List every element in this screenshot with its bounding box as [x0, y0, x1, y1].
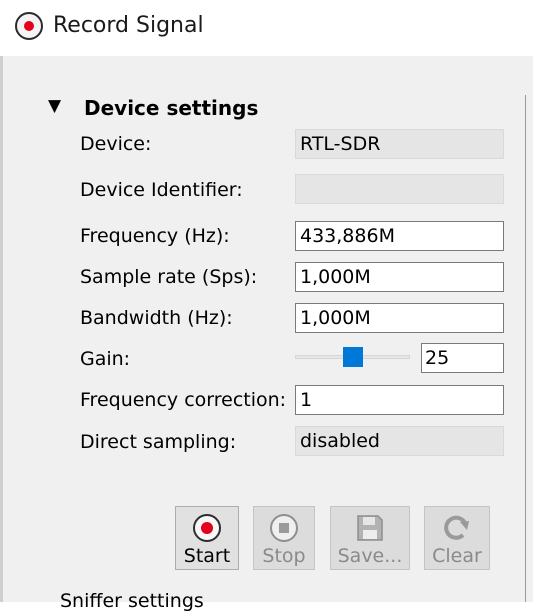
frequency-correction-spinbox[interactable]: 1 — [295, 385, 504, 415]
direct-sampling-combobox[interactable]: disabled — [295, 426, 504, 456]
sample-rate-input[interactable]: 1,000M — [295, 262, 504, 292]
section-title-device-settings[interactable]: Device settings — [84, 96, 258, 120]
gain-label: Gain: — [80, 348, 131, 370]
stop-button[interactable]: Stop — [253, 506, 315, 570]
record-icon — [192, 513, 222, 547]
right-panel-edge — [525, 95, 533, 602]
device-identifier-combobox[interactable] — [295, 174, 504, 204]
section-title-sniffer-settings[interactable]: Sniffer settings — [60, 590, 204, 612]
device-label: Device: — [80, 133, 152, 155]
gain-spinbox[interactable]: 25 — [421, 343, 504, 373]
clear-button[interactable]: Clear — [424, 506, 490, 570]
device-combobox[interactable]: RTL-SDR — [295, 129, 504, 159]
frequency-input[interactable]: 433,886M — [295, 221, 504, 251]
bandwidth-label: Bandwidth (Hz): — [80, 307, 233, 329]
direct-sampling-label: Direct sampling: — [80, 431, 237, 453]
save-icon — [355, 513, 385, 547]
frequency-label: Frequency (Hz): — [80, 225, 230, 247]
window-title: Record Signal — [53, 13, 204, 38]
device-identifier-label: Device Identifier: — [80, 179, 243, 201]
stop-icon — [269, 513, 299, 547]
clear-button-label: Clear — [432, 545, 482, 567]
sample-rate-label: Sample rate (Sps): — [80, 266, 258, 288]
save-button-label: Save... — [337, 545, 403, 567]
save-button[interactable]: Save... — [330, 506, 410, 570]
start-button[interactable]: Start — [175, 506, 239, 570]
frequency-correction-label: Frequency correction: — [80, 389, 287, 411]
clear-icon — [442, 513, 472, 547]
gain-slider-handle[interactable] — [342, 347, 363, 367]
title-bar: Record Signal — [0, 0, 533, 56]
collapse-arrow-icon[interactable]: ▼ — [48, 96, 61, 116]
stop-button-label: Stop — [262, 545, 306, 567]
bandwidth-input[interactable]: 1,000M — [295, 303, 504, 333]
start-button-label: Start — [183, 545, 231, 567]
record-icon — [15, 12, 43, 40]
